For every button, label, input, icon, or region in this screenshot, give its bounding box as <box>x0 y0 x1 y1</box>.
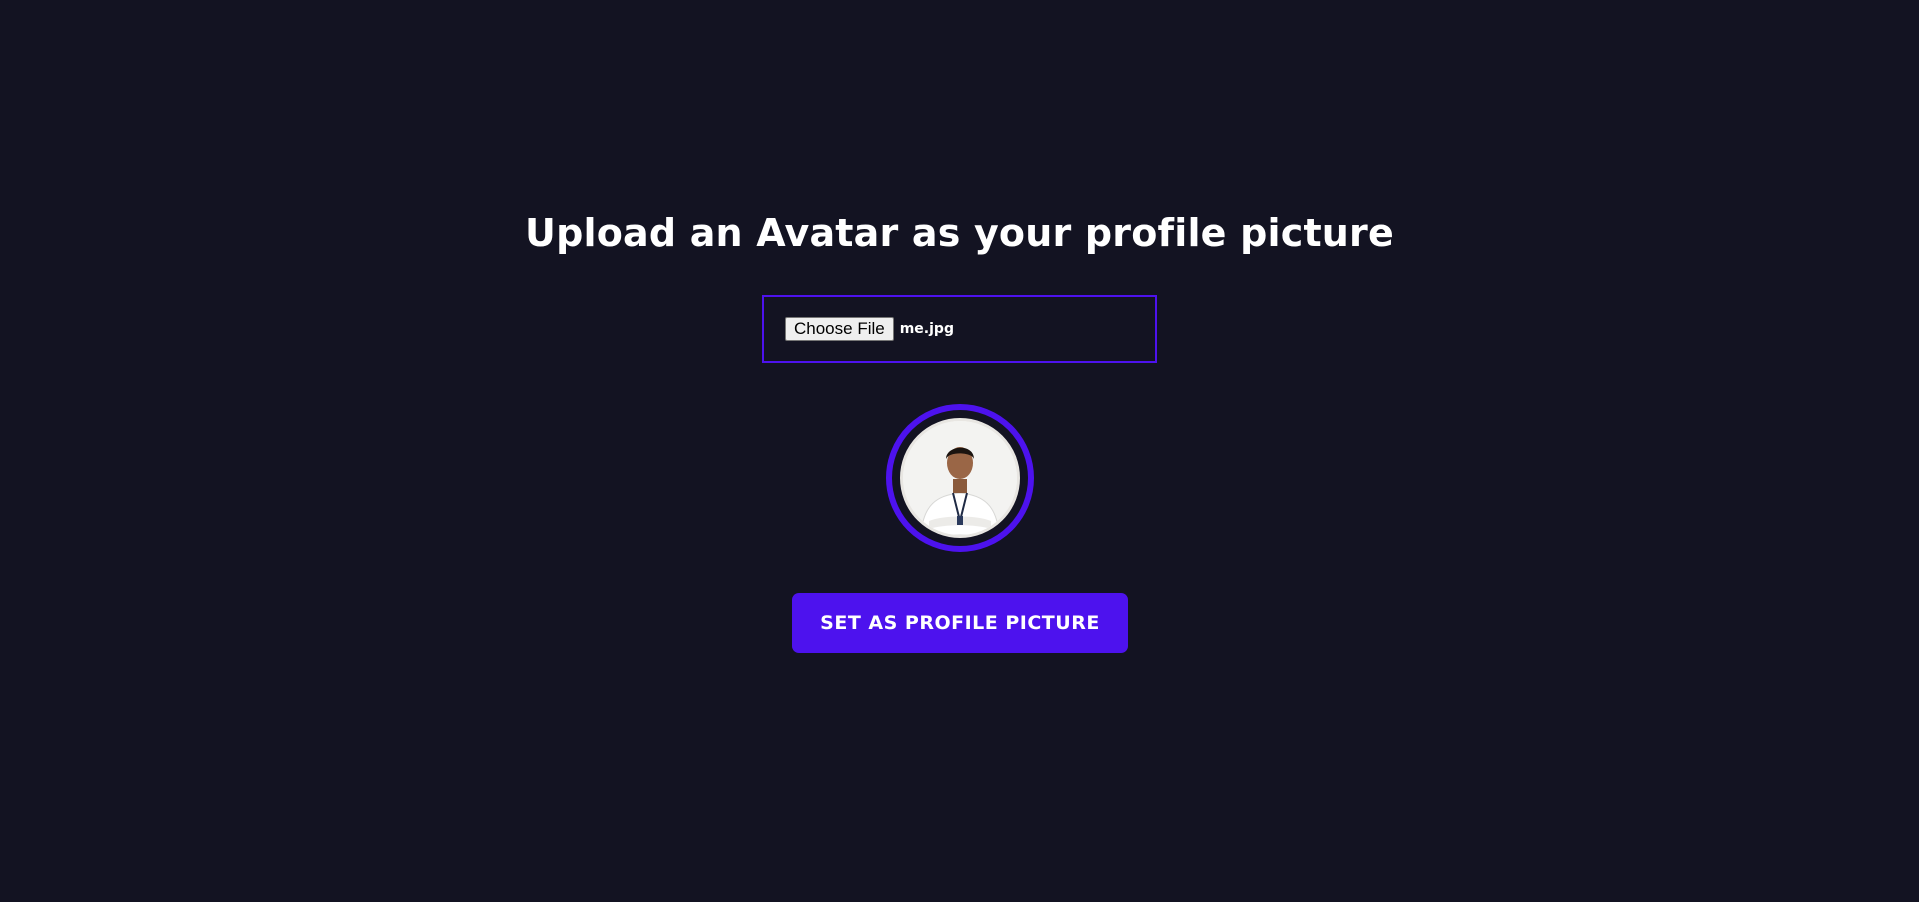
avatar-photo <box>900 418 1020 538</box>
choose-file-button[interactable]: Choose File <box>785 317 894 341</box>
page: Upload an Avatar as your profile picture… <box>0 0 1919 902</box>
page-title: Upload an Avatar as your profile picture <box>525 211 1394 255</box>
avatar-preview <box>886 404 1034 552</box>
selected-file-name: me.jpg <box>899 321 954 337</box>
person-photo-icon <box>903 421 1017 535</box>
set-profile-picture-button[interactable]: SET AS PROFILE PICTURE <box>792 593 1128 653</box>
file-upload-box[interactable]: Choose File me.jpg <box>762 295 1157 363</box>
